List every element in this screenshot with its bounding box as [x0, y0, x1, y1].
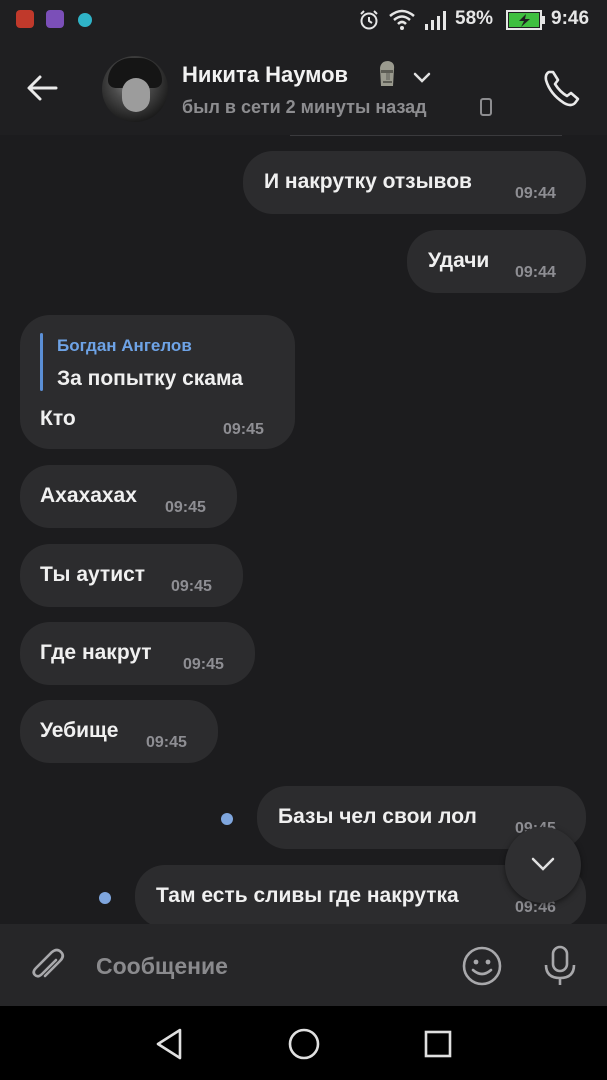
divider: [290, 135, 562, 136]
message-list[interactable]: И накрутку отзывов 09:44 Удачи 09:44 Бог…: [0, 135, 607, 924]
message-bubble-incoming[interactable]: Где накрут 09:45: [20, 622, 255, 685]
cloud-app-icon: [78, 13, 92, 27]
message-bubble-outgoing[interactable]: Удачи 09:44: [407, 230, 586, 293]
message-text: И накрутку отзывов: [264, 170, 472, 193]
record-app-icon: [16, 10, 34, 28]
message-time: 09:45: [165, 499, 206, 516]
reply-text[interactable]: За попытку скама: [57, 367, 243, 391]
paperclip-icon[interactable]: [28, 946, 68, 986]
status-time: 9:46: [551, 8, 590, 29]
message-text: Ахахахах: [40, 484, 137, 507]
battery-percent: 58%: [455, 8, 494, 29]
status-bar: 58% 9:46: [0, 0, 607, 40]
mobile-device-icon: [480, 98, 492, 116]
scroll-to-bottom-button[interactable]: [505, 827, 581, 903]
message-bubble-incoming[interactable]: Ахахахах 09:45: [20, 465, 237, 528]
last-seen-status: был в сети 2 минуты назад: [182, 97, 427, 117]
chevron-down-icon: [531, 857, 555, 871]
message-bubble-outgoing[interactable]: И накрутку отзывов 09:44: [243, 151, 586, 214]
contact-name[interactable]: Никита Наумов: [182, 62, 348, 88]
image-app-icon: [46, 10, 64, 28]
message-bubble-incoming[interactable]: Уебище 09:45: [20, 700, 218, 763]
unread-indicator: [99, 892, 111, 904]
message-time: 09:45: [171, 578, 212, 595]
chat-header: Никита Наумов был в сети 2 минуты назад: [0, 40, 607, 135]
emoji-icon[interactable]: [460, 944, 504, 988]
moai-emoji-icon: [380, 61, 395, 86]
system-nav-bar: [0, 1006, 607, 1080]
message-text: Там есть сливы где накрутка: [156, 884, 459, 907]
alarm-icon: [360, 10, 378, 30]
avatar-face: [122, 78, 150, 112]
message-time: 09:45: [223, 421, 264, 438]
message-text: Уебище: [40, 719, 119, 742]
signal-icon: [425, 11, 446, 30]
message-time: 09:44: [515, 185, 556, 202]
message-composer: [0, 924, 607, 1006]
back-arrow-icon[interactable]: [22, 68, 62, 108]
microphone-icon[interactable]: [540, 944, 580, 988]
reply-quote-bar: [40, 333, 43, 391]
nav-back-icon[interactable]: [150, 1024, 190, 1064]
contact-avatar[interactable]: [102, 56, 168, 122]
nav-recents-icon[interactable]: [418, 1024, 458, 1064]
message-time: 09:45: [183, 656, 224, 673]
battery-charging-icon: [506, 10, 545, 30]
message-bubble-incoming[interactable]: Богдан Ангелов За попытку скама Кто 09:4…: [20, 315, 295, 449]
message-bubble-incoming[interactable]: Ты аутист 09:45: [20, 544, 243, 607]
reply-author[interactable]: Богдан Ангелов: [57, 336, 192, 356]
wifi-icon: [389, 9, 415, 30]
chevron-down-icon[interactable]: [410, 70, 434, 86]
message-input[interactable]: [96, 950, 436, 982]
phone-call-icon[interactable]: [540, 66, 584, 110]
message-time: 09:44: [515, 264, 556, 281]
unread-indicator: [221, 813, 233, 825]
message-text: Базы чел свои лол: [278, 805, 477, 828]
message-text: Удачи: [428, 249, 490, 272]
message-text: Кто: [40, 407, 76, 430]
nav-home-icon[interactable]: [284, 1024, 324, 1064]
message-text: Где накрут: [40, 641, 152, 664]
message-time: 09:45: [146, 734, 187, 751]
message-text: Ты аутист: [40, 563, 146, 586]
